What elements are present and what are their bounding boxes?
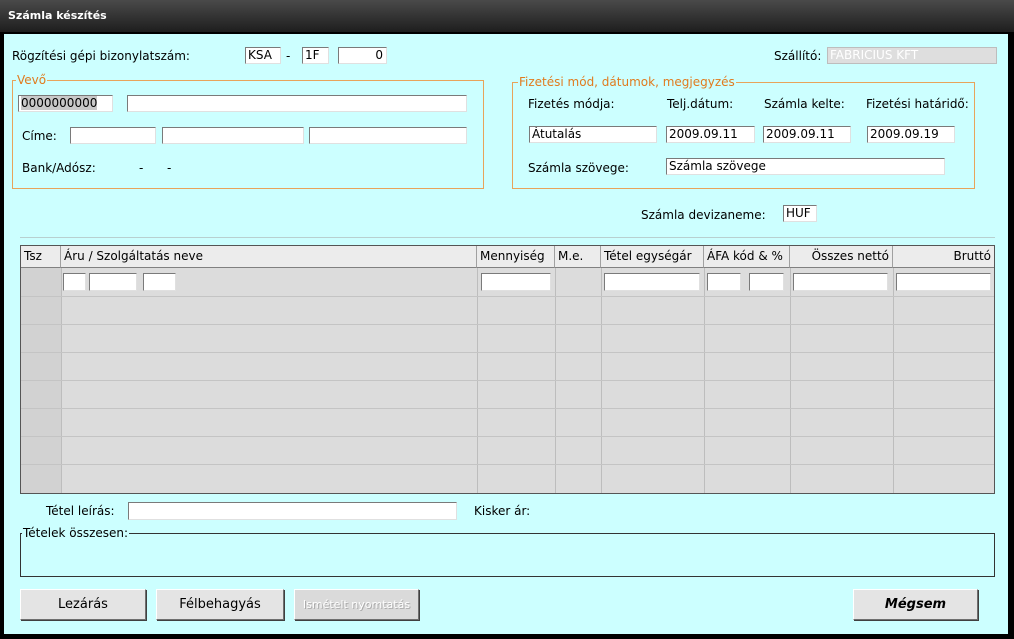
col-header-vat[interactable]: ÁFA kód & % [704,246,790,268]
supplier-field: FABRICIUS KFT [827,47,997,64]
doc-number-label: Rögzítési gépi bizonylatszám: [12,49,190,63]
invoice-date-field[interactable]: 2009.09.11 [763,126,851,143]
address-street-field[interactable] [309,127,467,144]
col-header-unit-price[interactable]: Tétel egységár [601,246,704,268]
currency-field[interactable]: HUF [783,205,817,222]
row-item-group-field[interactable] [89,273,137,291]
doc-series-field[interactable]: 1F [302,47,329,64]
supplier-label: Szállító: [774,49,822,63]
bank-value-1: - [139,161,144,175]
buyer-legend: Vevő [16,73,48,87]
payment-legend: Fizetési mód, dátumok, megjegyzés [518,75,736,89]
buyer-name-field[interactable] [127,95,467,112]
address-label: Címe: [22,129,57,143]
retail-price-label: Kisker ár: [474,504,531,518]
separator [20,237,995,238]
row-item-code-field[interactable] [63,273,86,291]
buyer-code-field[interactable]: 0000000000 [18,95,113,112]
totals-group [20,533,995,577]
doc-dash: - [286,49,291,63]
item-desc-field[interactable] [128,502,457,520]
title-bar: Számla készítés [0,0,1014,33]
doc-prefix-field[interactable]: KSA [245,47,281,64]
close-button[interactable]: Lezárás [20,589,146,620]
bank-value-2: - [167,161,172,175]
invoice-date-label: Számla kelte: [764,97,845,111]
payment-method-field[interactable]: Átutalás [529,126,657,143]
due-date-label: Fizetési határidő: [866,97,969,111]
invoice-text-label: Számla szövege: [528,161,629,175]
col-header-gross[interactable]: Bruttó [893,246,994,268]
totals-legend: Tételek összesen: [22,526,130,540]
payment-method-label: Fizetés módja: [528,97,615,111]
reprint-button[interactable]: Ismételt nyomtatás [294,589,419,620]
row-vat-percent-field[interactable] [749,273,784,291]
perf-date-label: Telj.dátum: [667,97,734,111]
address-city-field[interactable] [162,127,304,144]
invoice-text-field[interactable]: Számla szövege [666,158,945,175]
address-zip-field[interactable] [70,127,156,144]
client-area: Rögzítési gépi bizonylatszám: KSA - 1F 0… [4,34,1008,634]
col-header-unit[interactable]: M.e. [555,246,601,268]
col-header-name[interactable]: Áru / Szolgáltatás neve [61,246,477,268]
doc-number-field[interactable]: 0 [338,47,387,64]
invoice-window: Számla készítés Rögzítési gépi bizonylat… [0,0,1014,639]
row-item-sub-field[interactable] [143,273,176,291]
due-date-field[interactable]: 2009.09.19 [867,126,955,143]
row-net-total-field[interactable] [793,273,888,291]
window-title: Számla készítés [8,9,107,22]
items-grid[interactable]: Tsz Áru / Szolgáltatás neve Mennyiség M.… [20,245,995,494]
col-header-tsz[interactable]: Tsz [21,246,61,268]
row-vat-code-field[interactable] [707,273,741,291]
row-quantity-field[interactable] [481,273,551,291]
item-desc-label: Tétel leírás: [46,504,115,518]
col-header-net-total[interactable]: Összes nettó [790,246,893,268]
cancel-button[interactable]: Mégsem [853,589,978,620]
col-header-quantity[interactable]: Mennyiség [477,246,555,268]
suspend-button[interactable]: Félbehagyás [156,589,284,620]
row-gross-field[interactable] [896,273,991,291]
currency-label: Számla devizaneme: [641,208,766,222]
row-unit-price-field[interactable] [604,273,700,291]
perf-date-field[interactable]: 2009.09.11 [666,126,755,143]
bank-label: Bank/Adósz: [22,161,96,175]
